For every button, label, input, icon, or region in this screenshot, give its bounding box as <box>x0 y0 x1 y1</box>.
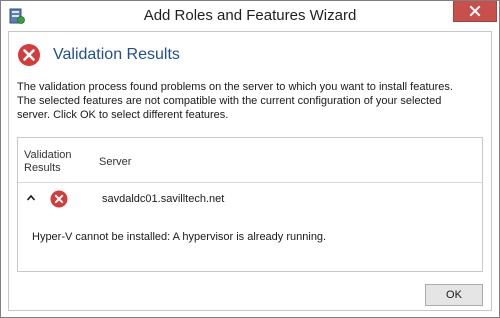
description-text: The validation process found problems on… <box>17 80 487 122</box>
wizard-window: Add Roles and Features Wizard Validation… <box>0 0 500 318</box>
server-name: savdaldc01.savilltech.net <box>102 193 225 205</box>
column-header-server[interactable]: Server <box>99 156 131 168</box>
close-icon <box>469 5 481 17</box>
caret-up-icon[interactable] <box>26 192 36 204</box>
heading-row: Validation Results <box>17 42 180 68</box>
title-bar[interactable]: Add Roles and Features Wizard <box>1 1 499 31</box>
column-header-line: Validation <box>24 149 72 161</box>
column-header-validation-results[interactable]: Validation Results <box>24 149 84 175</box>
header-divider <box>18 182 482 183</box>
close-button[interactable] <box>453 1 497 22</box>
description-line: The validation process found problems on… <box>17 81 453 93</box>
window-title: Add Roles and Features Wizard <box>143 7 357 24</box>
description-line: The selected features are not compatible… <box>17 95 442 107</box>
validation-message: Hyper-V cannot be installed: A hyperviso… <box>32 231 327 243</box>
validation-results-table: Validation Results Server savdaldc01.sav… <box>17 137 483 272</box>
description-line: server. Click OK to select different fea… <box>17 109 229 121</box>
ok-button[interactable]: OK <box>425 284 483 306</box>
dialog-body: Validation Results The validation proces… <box>8 31 492 311</box>
error-icon <box>50 190 68 208</box>
error-icon <box>18 44 40 66</box>
column-header-line: Results <box>24 162 61 174</box>
table-row[interactable]: savdaldc01.savilltech.net <box>18 190 482 212</box>
page-title: Validation Results <box>53 46 180 63</box>
